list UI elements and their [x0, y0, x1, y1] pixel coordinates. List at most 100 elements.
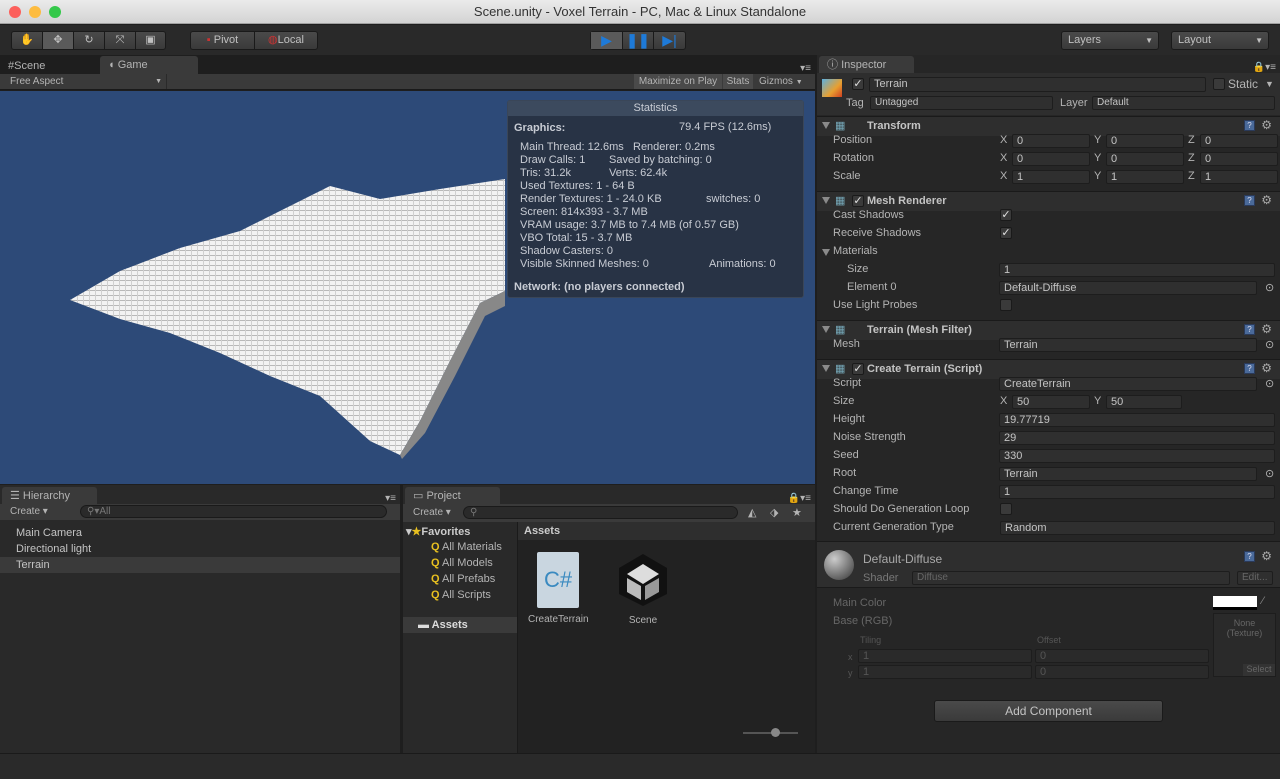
favorite-item[interactable]: Q All Scripts [431, 589, 491, 601]
filter-by-type-icon[interactable]: ◭ [748, 506, 756, 519]
close-window-button[interactable] [9, 6, 21, 18]
layer-dropdown[interactable]: Default [1092, 96, 1275, 110]
add-component-button[interactable]: Add Component [934, 700, 1163, 722]
hierarchy-search-input[interactable]: ⚲▾All [80, 505, 387, 518]
x-input[interactable]: 1 [1012, 170, 1090, 184]
noise-strength-input[interactable]: 29 [999, 431, 1275, 445]
root-field[interactable]: Terrain [999, 467, 1257, 481]
offset-x-input[interactable]: 0 [1035, 649, 1209, 663]
hand-icon[interactable]: ✋ [12, 32, 43, 49]
lock-icon[interactable]: 🔒▾≡ [788, 493, 811, 504]
assets-folder[interactable]: ▬ Assets [403, 617, 517, 633]
scale-icon[interactable]: ⤧ [105, 32, 136, 49]
move-icon[interactable]: ✥ [43, 32, 74, 49]
aspect-dropdown[interactable]: Free Aspect ▼ [0, 74, 167, 89]
component-header[interactable]: ▦ Transform? ⚙ [817, 116, 1280, 136]
asset-item[interactable]: Scene [613, 552, 673, 626]
z-input[interactable]: 1 [1200, 170, 1278, 184]
texture-slot[interactable]: None (Texture) Select [1213, 613, 1276, 677]
gizmos-dropdown[interactable]: Gizmos ▼ [755, 74, 805, 89]
generation-type-dropdown[interactable]: Random [1000, 521, 1275, 535]
help-icon[interactable]: ? [1244, 195, 1255, 206]
seed-input[interactable]: 330 [999, 449, 1275, 463]
tab-project[interactable]: ▭ Project [405, 487, 500, 505]
icon-size-slider[interactable] [743, 728, 798, 737]
object-picker-icon[interactable]: ⊙ [1265, 281, 1274, 294]
minimize-window-button[interactable] [29, 6, 41, 18]
size-y-input[interactable]: 50 [1106, 395, 1182, 409]
tiling-x-input[interactable]: 1 [858, 649, 1032, 663]
filter-by-label-icon[interactable]: ⬗ [770, 506, 778, 519]
tab-game[interactable]: ◖ Game [100, 56, 198, 74]
component-header[interactable]: ▦ ✓ Create Terrain (Script)? ⚙ [817, 359, 1280, 379]
gear-icon[interactable]: ⚙ [1261, 549, 1272, 563]
x-input[interactable]: 0 [1012, 134, 1090, 148]
hierarchy-item[interactable]: Directional light [0, 541, 400, 557]
object-picker-icon[interactable]: ⊙ [1265, 377, 1274, 390]
mesh-field[interactable]: Terrain [999, 338, 1257, 352]
favorite-item[interactable]: Q All Models [431, 557, 493, 569]
height-input[interactable]: 19.77719 [999, 413, 1275, 427]
create-dropdown[interactable]: Create ▾ [413, 507, 451, 518]
main-color-swatch[interactable] [1213, 596, 1257, 610]
rect-icon[interactable]: ▣ [136, 32, 165, 49]
y-input[interactable]: 1 [1106, 170, 1184, 184]
x-input[interactable]: 0 [1012, 152, 1090, 166]
rotate-icon[interactable]: ↻ [74, 32, 105, 49]
local-button[interactable]: ◍Local [255, 32, 317, 49]
component-header[interactable]: ▦ ✓ Mesh Renderer? ⚙ [817, 191, 1280, 211]
edit-shader-button[interactable]: Edit... [1237, 571, 1273, 585]
tiling-y-input[interactable]: 1 [858, 665, 1032, 679]
object-picker-icon[interactable]: ⊙ [1265, 467, 1274, 480]
pause-icon[interactable]: ❚❚ [623, 32, 654, 49]
y-input[interactable]: 0 [1106, 152, 1184, 166]
project-search-input[interactable]: ⚲ [463, 506, 738, 519]
pivot-button[interactable]: ▪ Pivot [191, 32, 255, 49]
generation-loop-checkbox[interactable] [1000, 503, 1012, 515]
tab-scene[interactable]: #Scene [0, 57, 95, 75]
name-input[interactable]: Terrain [869, 77, 1206, 92]
help-icon[interactable]: ? [1244, 551, 1255, 562]
select-texture-button[interactable]: Select [1243, 664, 1275, 676]
gear-icon[interactable]: ⚙ [1261, 118, 1272, 132]
script-field[interactable]: CreateTerrain [999, 377, 1257, 391]
material-element-field[interactable]: Default-Diffuse [999, 281, 1257, 295]
component-header[interactable]: ▦ Terrain (Mesh Filter)? ⚙ [817, 320, 1280, 340]
tag-dropdown[interactable]: Untagged [870, 96, 1053, 110]
component-enabled-checkbox[interactable]: ✓ [852, 363, 864, 375]
receive-shadows-checkbox[interactable]: ✓ [1000, 227, 1012, 239]
panel-menu-icon[interactable]: ▾≡ [800, 63, 811, 74]
help-icon[interactable]: ? [1244, 120, 1255, 131]
shader-dropdown[interactable]: Diffuse [912, 571, 1230, 585]
stats-toggle[interactable]: Stats [723, 74, 753, 89]
z-input[interactable]: 0 [1200, 152, 1278, 166]
tab-hierarchy[interactable]: ☰ Hierarchy [2, 487, 97, 505]
gear-icon[interactable]: ⚙ [1261, 193, 1272, 207]
gear-icon[interactable]: ⚙ [1261, 361, 1272, 375]
foldout-icon[interactable] [822, 249, 830, 256]
step-icon[interactable]: ▶| [654, 32, 685, 49]
change-time-input[interactable]: 1 [999, 485, 1275, 499]
size-x-input[interactable]: 50 [1012, 395, 1090, 409]
hierarchy-item[interactable]: Main Camera [0, 525, 400, 541]
play-icon[interactable]: ▶ [591, 32, 623, 49]
active-checkbox[interactable]: ✓ [852, 78, 864, 90]
favorite-item[interactable]: Q All Prefabs [431, 573, 495, 585]
layout-dropdown[interactable]: Layout ▼ [1171, 31, 1269, 50]
y-input[interactable]: 0 [1106, 134, 1184, 148]
materials-size-input[interactable]: 1 [999, 263, 1275, 277]
cast-shadows-checkbox[interactable]: ✓ [1000, 209, 1012, 221]
maximize-on-play-toggle[interactable]: Maximize on Play [634, 74, 722, 89]
tab-inspector[interactable]: ⓘ Inspector [819, 56, 914, 74]
component-enabled-checkbox[interactable]: ✓ [852, 195, 864, 207]
layers-dropdown[interactable]: Layers ▼ [1061, 31, 1159, 50]
hierarchy-item[interactable]: Terrain [0, 557, 400, 573]
static-dropdown-icon[interactable]: ▼ [1265, 79, 1274, 89]
object-picker-icon[interactable]: ⊙ [1265, 338, 1274, 351]
static-checkbox[interactable] [1213, 78, 1225, 90]
asset-item[interactable]: C# CreateTerrain [528, 552, 589, 625]
offset-y-input[interactable]: 0 [1035, 665, 1209, 679]
z-input[interactable]: 0 [1200, 134, 1278, 148]
favorites-star-icon[interactable]: ★ [792, 506, 802, 519]
use-light-probes-checkbox[interactable] [1000, 299, 1012, 311]
